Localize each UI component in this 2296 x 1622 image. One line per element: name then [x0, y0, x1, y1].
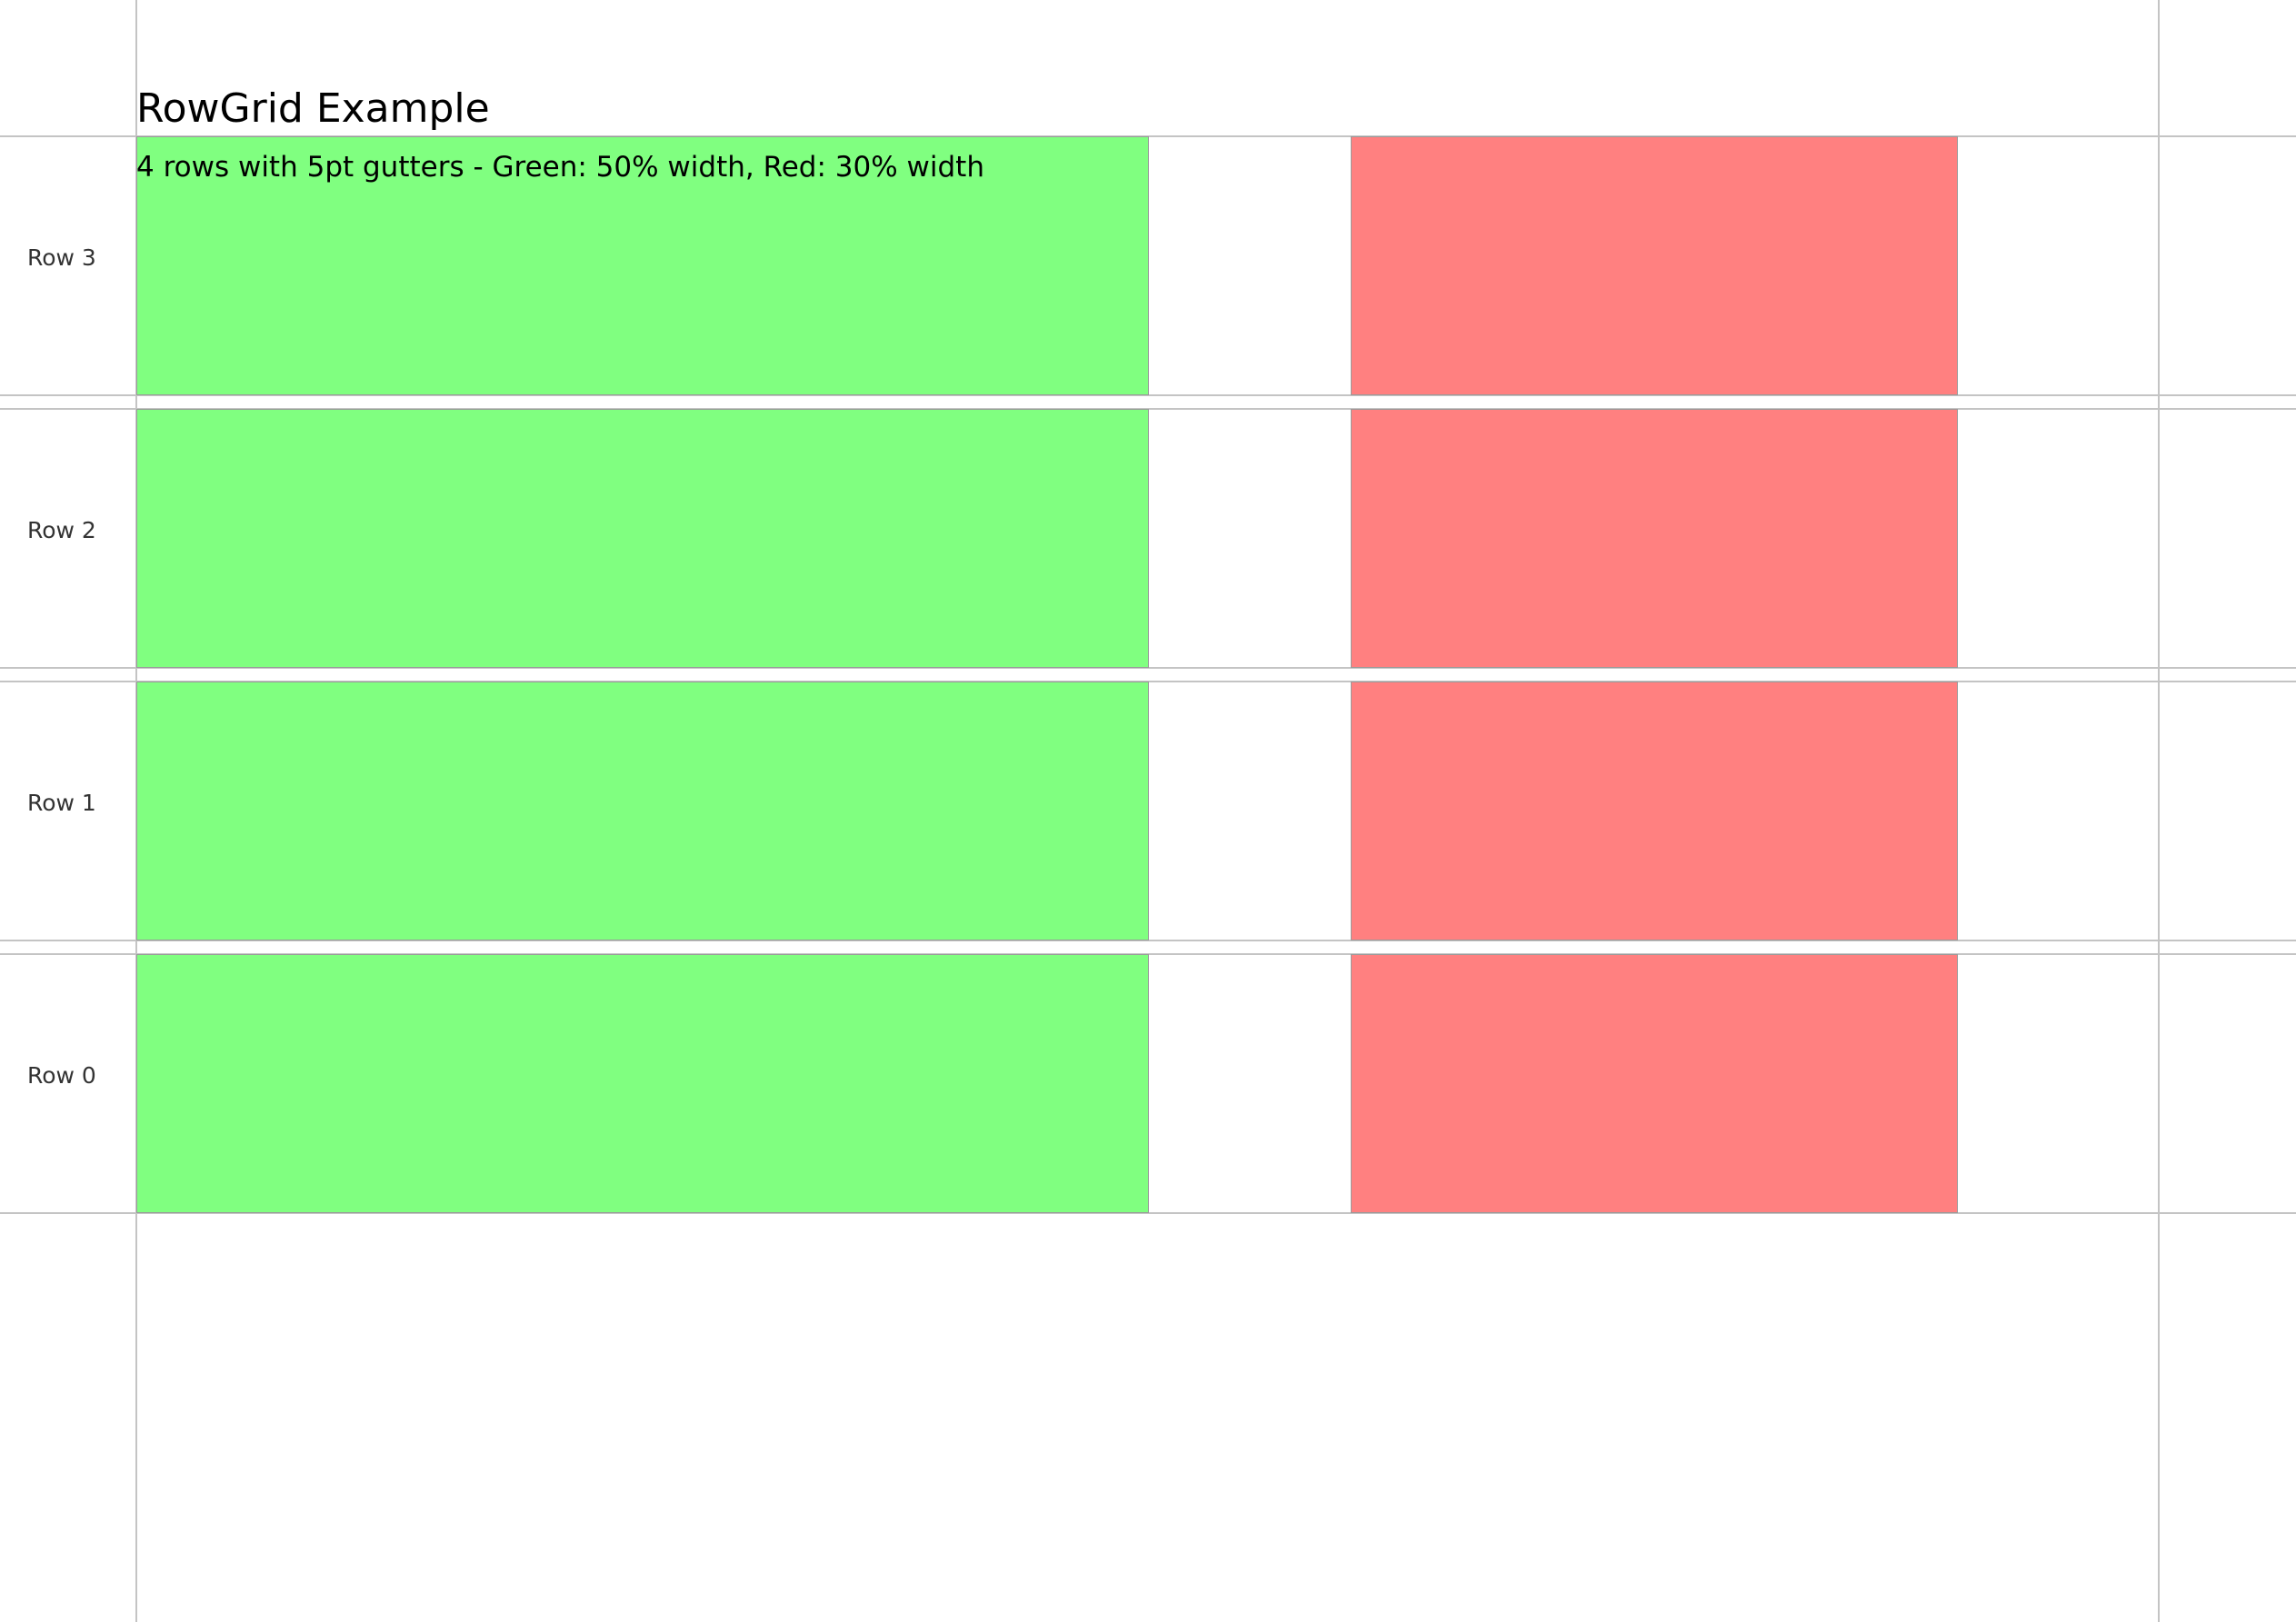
page-subtitle: 4 rows with 5pt gutters - Green: 50% wid…	[136, 151, 984, 184]
row-0-red-cell	[1351, 954, 1958, 1213]
page-title: RowGrid Example	[136, 85, 490, 132]
row-label-2: Row 2	[27, 517, 96, 543]
right-margin-guide	[2158, 0, 2160, 1622]
row-label-0: Row 0	[27, 1062, 96, 1089]
row-label-1: Row 1	[27, 790, 96, 816]
row-label-3: Row 3	[27, 244, 96, 271]
rowgrid-page: { "title": "RowGrid Example", "subtitle"…	[0, 0, 2296, 1622]
row-1-red-cell	[1351, 682, 1958, 940]
row-3-red-cell	[1351, 136, 1958, 395]
row-1-green-cell	[136, 682, 1149, 940]
row-2-red-cell	[1351, 409, 1958, 668]
row-0-green-cell	[136, 954, 1149, 1213]
row-2-green-cell	[136, 409, 1149, 668]
